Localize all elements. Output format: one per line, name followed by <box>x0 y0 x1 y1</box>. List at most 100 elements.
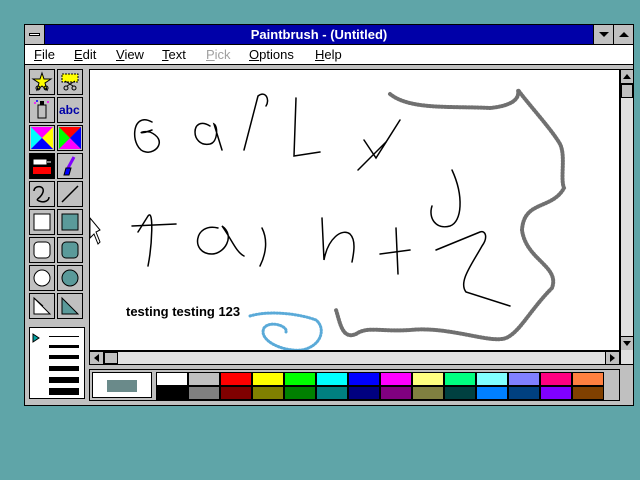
menu-file[interactable]: File <box>34 47 55 62</box>
title-bar[interactable]: Paintbrush - (Untitled) <box>25 25 633 45</box>
maximize-icon <box>618 32 629 37</box>
tool-filled-circle[interactable] <box>57 265 83 291</box>
palette-color-swatch[interactable] <box>444 386 476 400</box>
palette-color-swatch[interactable] <box>380 372 412 386</box>
circle-icon <box>33 269 51 287</box>
horizontal-scroll-thumb[interactable] <box>104 352 118 364</box>
menu-edit[interactable]: Edit <box>74 47 96 62</box>
scroll-right-button[interactable] <box>605 352 619 364</box>
palette-color-swatch[interactable] <box>188 386 220 400</box>
tool-box[interactable] <box>29 209 55 235</box>
maximize-button[interactable] <box>613 25 633 44</box>
tool-text[interactable]: abc <box>57 97 83 123</box>
line-icon <box>61 185 79 203</box>
palette-color-swatch[interactable] <box>476 372 508 386</box>
curve-icon <box>33 185 50 203</box>
arrow-right-icon <box>610 354 615 362</box>
paintbrush-window: Paintbrush - (Untitled) File Edit View T… <box>24 24 634 406</box>
vertical-scroll-thumb[interactable] <box>621 84 633 98</box>
foreground-color-swatch <box>107 380 137 392</box>
tool-filled-rounded-box[interactable] <box>57 237 83 263</box>
drawing-canvas[interactable]: testing testing 123 <box>89 69 620 351</box>
scroll-down-button[interactable] <box>621 336 633 350</box>
system-menu-icon <box>29 33 40 36</box>
tool-color-eraser[interactable] <box>29 125 55 151</box>
scissors-star-icon <box>31 71 53 92</box>
palette-color-swatch[interactable] <box>188 372 220 386</box>
airbrush-icon <box>34 100 49 119</box>
palette-color-swatch[interactable] <box>252 372 284 386</box>
canvas-drawing: testing testing 123 <box>90 88 567 350</box>
desktop: { "window": {"title": "Paintbrush - (Unt… <box>0 0 640 480</box>
text-abc-icon: abc <box>59 103 80 117</box>
selected-width-arrow-icon <box>32 333 40 343</box>
palette-color-swatch[interactable] <box>412 372 444 386</box>
box-icon <box>33 213 51 231</box>
arrow-down-icon <box>623 341 631 346</box>
vertical-scrollbar[interactable] <box>620 69 634 365</box>
current-color-indicator <box>92 372 152 398</box>
minimize-icon <box>598 32 609 37</box>
tool-circle[interactable] <box>29 265 55 291</box>
palette-color-swatch[interactable] <box>220 372 252 386</box>
scroll-left-button[interactable] <box>90 352 104 364</box>
tool-scissors[interactable] <box>29 69 55 95</box>
palette-color-swatch[interactable] <box>572 372 604 386</box>
palette-color-swatch[interactable] <box>220 386 252 400</box>
tool-filled-box[interactable] <box>57 209 83 235</box>
tool-curve[interactable] <box>29 181 55 207</box>
palette-color-swatch[interactable] <box>508 386 540 400</box>
color-eraser-icon <box>31 127 53 149</box>
palette-color-swatch[interactable] <box>284 386 316 400</box>
filled-box-icon <box>61 213 79 231</box>
scroll-up-button[interactable] <box>621 70 633 84</box>
palette-color-swatch[interactable] <box>348 386 380 400</box>
menu-pick[interactable]: Pick <box>206 47 231 62</box>
palette-color-swatch[interactable] <box>252 386 284 400</box>
menu-help[interactable]: Help <box>315 47 342 62</box>
tool-line[interactable] <box>57 181 83 207</box>
filled-polygon-icon <box>61 296 80 315</box>
tool-airbrush[interactable] <box>29 97 55 123</box>
rounded-box-icon <box>33 241 51 259</box>
window-title: Paintbrush - (Untitled) <box>250 27 388 42</box>
minimize-button[interactable] <box>593 25 613 44</box>
palette-color-swatch[interactable] <box>316 386 348 400</box>
palette-color-swatch[interactable] <box>284 372 316 386</box>
toolbox: abc <box>29 69 85 325</box>
palette-color-swatch[interactable] <box>508 372 540 386</box>
menu-bar: File Edit View Text Pick Options Help <box>25 45 633 65</box>
tool-polygon[interactable] <box>29 293 55 319</box>
tool-brush[interactable] <box>57 153 83 179</box>
palette-color-swatch[interactable] <box>540 386 572 400</box>
system-menu-button[interactable] <box>25 25 45 44</box>
palette-color-swatch[interactable] <box>316 372 348 386</box>
tool-rounded-box[interactable] <box>29 237 55 263</box>
palette-color-swatch[interactable] <box>572 386 604 400</box>
palette-color-swatch[interactable] <box>348 372 380 386</box>
tool-pick[interactable] <box>57 69 83 95</box>
tool-paint-roller[interactable] <box>29 153 55 179</box>
tool-eraser[interactable] <box>57 125 83 151</box>
arrow-left-icon <box>94 354 99 362</box>
arrow-up-icon <box>623 74 631 79</box>
color-palette <box>89 369 620 401</box>
menu-view[interactable]: View <box>116 47 144 62</box>
tool-filled-polygon[interactable] <box>57 293 83 319</box>
menu-text[interactable]: Text <box>162 47 186 62</box>
palette-color-swatch[interactable] <box>156 386 188 400</box>
palette-color-swatch[interactable] <box>540 372 572 386</box>
mouse-cursor-icon <box>90 217 101 245</box>
palette-color-swatch[interactable] <box>476 386 508 400</box>
palette-color-swatch[interactable] <box>380 386 412 400</box>
filled-circle-icon <box>61 269 79 287</box>
eraser-icon <box>59 127 81 149</box>
menu-options[interactable]: Options <box>249 47 294 62</box>
palette-color-swatch[interactable] <box>156 372 188 386</box>
horizontal-scrollbar[interactable] <box>89 351 620 365</box>
palette-color-swatch[interactable] <box>412 386 444 400</box>
line-width-selector <box>32 333 79 395</box>
line-width-box[interactable] <box>29 327 85 399</box>
palette-color-swatch[interactable] <box>444 372 476 386</box>
svg-text:abc: abc <box>59 103 80 117</box>
